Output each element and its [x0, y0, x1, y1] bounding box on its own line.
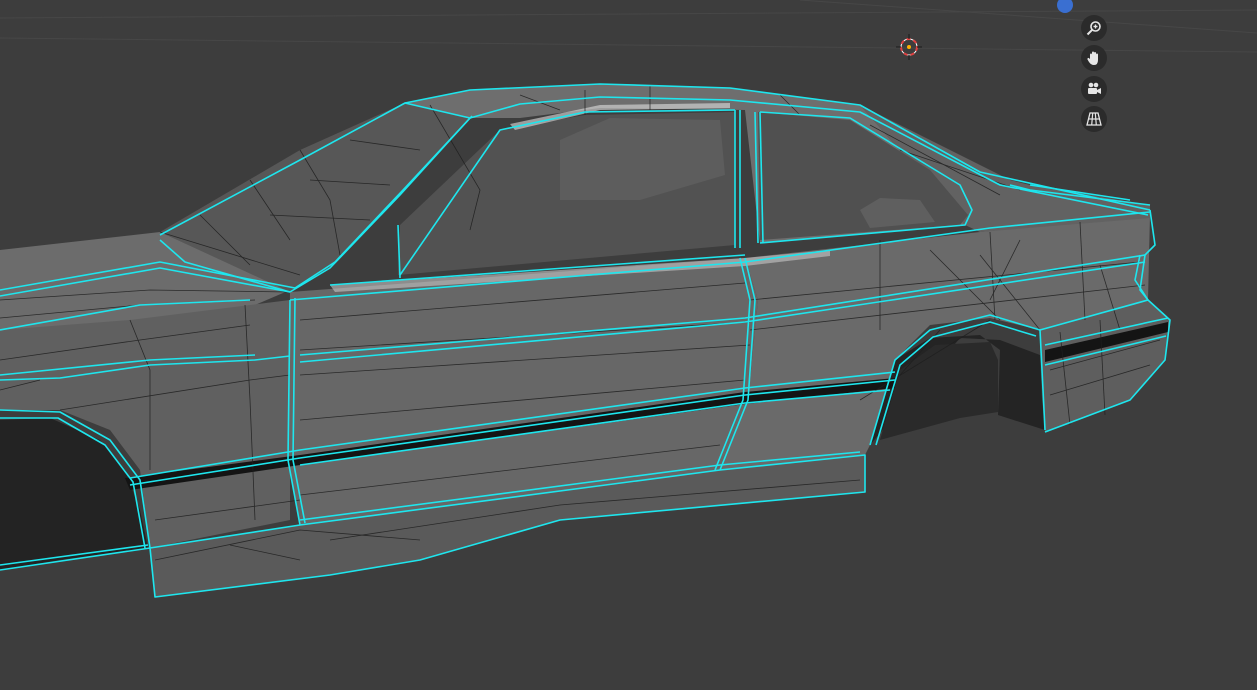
car-mesh-scene[interactable]: [0, 0, 1257, 690]
pan-button[interactable]: [1081, 45, 1107, 71]
zoom-in-icon: [1086, 21, 1101, 36]
camera-view-button[interactable]: [1081, 76, 1107, 102]
camera-icon: [1088, 82, 1101, 94]
3d-viewport[interactable]: [0, 0, 1257, 690]
grid-perspective-icon: [1086, 112, 1102, 126]
perspective-toggle-button[interactable]: [1081, 106, 1107, 132]
zoom-button[interactable]: [1081, 15, 1107, 41]
3d-cursor-icon[interactable]: [896, 34, 922, 60]
car-body[interactable]: [0, 83, 1171, 598]
hand-icon: [1087, 51, 1098, 65]
